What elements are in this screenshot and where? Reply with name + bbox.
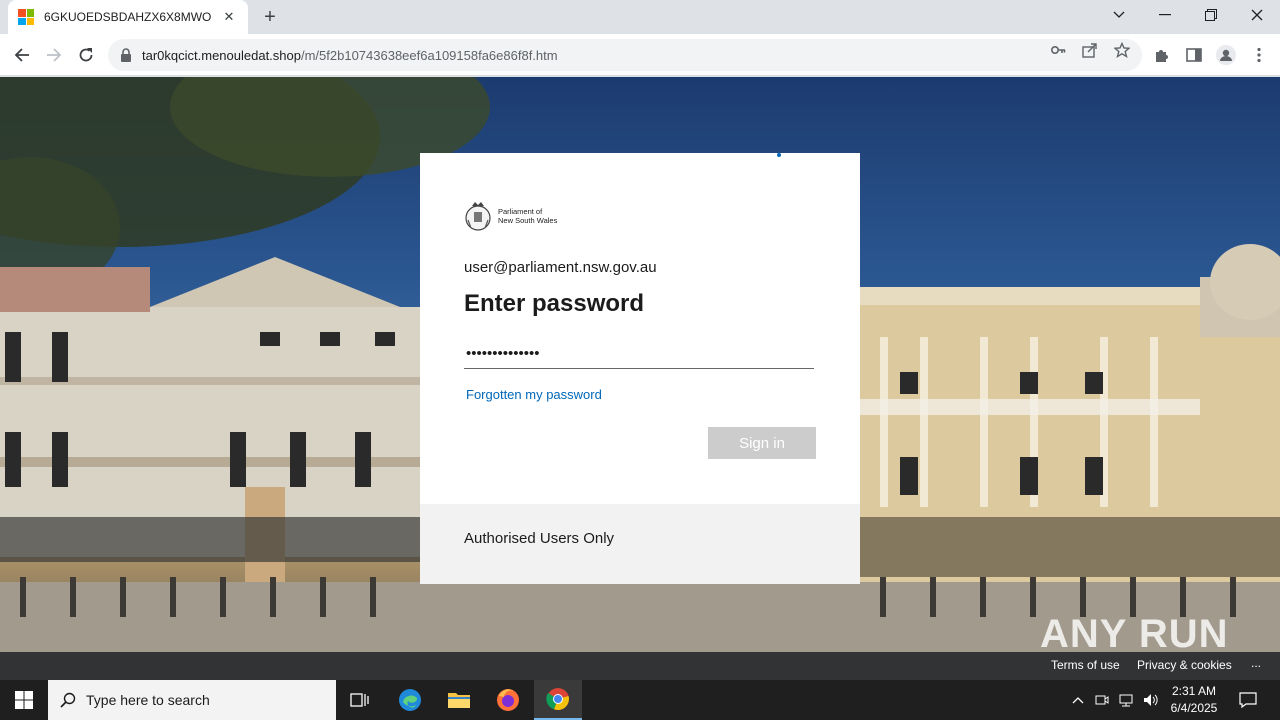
file-explorer-icon[interactable]: [435, 680, 483, 720]
network-icon[interactable]: [1116, 680, 1136, 720]
search-icon: [60, 692, 76, 708]
profile-avatar-icon[interactable]: [1216, 45, 1236, 65]
url-host: tar0kqcict.menouledat.shop: [142, 47, 301, 63]
kebab-menu-icon[interactable]: [1250, 46, 1268, 64]
windows-taskbar: Type here to search 2:31 AM 6/4/2025: [0, 680, 1280, 720]
reload-icon[interactable]: [71, 40, 101, 70]
back-arrow-icon[interactable]: [7, 40, 37, 70]
identity-email: user@parliament.nsw.gov.au: [464, 259, 657, 276]
url-path: /m/5f2b10743638eef6a109158fa6e86f8f.htm: [300, 47, 558, 63]
volume-icon[interactable]: [1140, 680, 1162, 720]
system-clock[interactable]: 2:31 AM 6/4/2025: [1160, 683, 1228, 717]
clock-date: 6/4/2025: [1170, 701, 1218, 715]
organisation-name: Parliament of New South Wales: [498, 207, 557, 225]
edge-browser-icon[interactable]: [386, 680, 434, 720]
chevron-up-icon[interactable]: [1068, 680, 1088, 720]
meet-now-icon[interactable]: [1092, 680, 1112, 720]
login-card-body: Parliament of New South Wales user@parli…: [420, 153, 860, 504]
address-bar[interactable]: tar0kqcict.menouledat.shop/m/5f2b1074363…: [108, 39, 1142, 71]
organisation-logo: Parliament of New South Wales: [464, 197, 816, 235]
side-panel-icon[interactable]: [1185, 46, 1203, 64]
login-card: Parliament of New South Wales user@parli…: [420, 153, 860, 584]
browser-toolbar: tar0kqcict.menouledat.shop/m/5f2b1074363…: [0, 34, 1280, 76]
taskbar-search-box[interactable]: Type here to search: [48, 680, 336, 720]
browser-tab[interactable]: 6GKUOEDSBDAHZX6X8MWO ✕: [8, 0, 248, 34]
plus-icon[interactable]: +: [258, 6, 282, 30]
close-icon[interactable]: ✕: [220, 9, 238, 25]
page-title: Enter password: [464, 290, 645, 317]
more-options-link[interactable]: ...: [1251, 656, 1261, 670]
sign-in-button[interactable]: Sign in: [708, 427, 816, 459]
clock-time: 2:31 AM: [1171, 684, 1217, 698]
organisation-name-line2: New South Wales: [498, 216, 558, 225]
task-view-icon[interactable]: [336, 680, 384, 720]
extensions-puzzle-icon[interactable]: [1153, 46, 1171, 64]
tab-strip: 6GKUOEDSBDAHZX6X8MWO ✕ +: [0, 0, 1280, 34]
lock-icon[interactable]: [120, 48, 132, 62]
share-icon[interactable]: [1082, 42, 1098, 58]
login-card-footer: Authorised Users Only: [420, 504, 860, 584]
organisation-name-line1: Parliament of: [498, 207, 543, 216]
notification-center-icon[interactable]: [1236, 680, 1260, 720]
key-icon[interactable]: [1050, 42, 1066, 58]
terms-of-use-link[interactable]: Terms of use: [1051, 658, 1120, 672]
password-field[interactable]: [464, 338, 814, 369]
forgot-password-link[interactable]: Forgotten my password: [466, 387, 602, 402]
restore-icon[interactable]: [1188, 0, 1234, 30]
watermark-logo: ANY RUN: [1040, 612, 1229, 656]
forward-arrow-icon[interactable]: [39, 40, 69, 70]
page-content: Parliament of New South Wales user@parli…: [0, 77, 1280, 652]
minimize-icon[interactable]: [1142, 0, 1188, 30]
privacy-cookies-link[interactable]: Privacy & cookies: [1137, 658, 1232, 672]
crest-icon: [465, 202, 491, 231]
chrome-icon[interactable]: [534, 680, 582, 720]
close-icon[interactable]: [1234, 0, 1280, 30]
microsoft-logo-icon: [18, 9, 34, 25]
windows-start-icon[interactable]: [0, 680, 48, 720]
search-placeholder: Type here to search: [86, 692, 210, 708]
chevron-down-icon[interactable]: [1096, 0, 1142, 30]
tab-title: 6GKUOEDSBDAHZX6X8MWO: [44, 10, 212, 24]
firefox-icon[interactable]: [484, 680, 532, 720]
bookmark-star-icon[interactable]: [1114, 42, 1130, 58]
url-text: tar0kqcict.menouledat.shop/m/5f2b1074363…: [142, 48, 558, 63]
